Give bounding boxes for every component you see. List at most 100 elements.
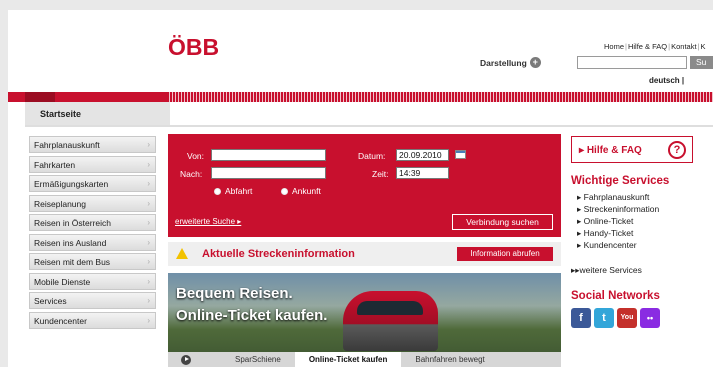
sidebar-item-mobile-dienste[interactable]: Mobile Dienste › xyxy=(29,272,156,290)
radio-ankunft-label: Ankunft xyxy=(292,186,321,196)
more-services-label: weitere Services xyxy=(579,265,642,275)
flickr-icon[interactable]: •• xyxy=(640,308,660,328)
search-input[interactable] xyxy=(577,56,687,69)
service-link-streckeninformation[interactable]: ▸ Streckeninformation xyxy=(577,204,659,216)
radio-abfahrt[interactable]: Abfahrt xyxy=(214,186,252,196)
banner-headline: Bequem Reisen. xyxy=(176,285,293,302)
service-label: Handy-Ticket xyxy=(583,228,634,238)
service-link-kundencenter[interactable]: ▸ Kundencenter xyxy=(577,240,659,252)
advanced-search-label: erweiterte Suche xyxy=(175,217,236,226)
search-connection-button[interactable]: Verbindung suchen xyxy=(452,214,553,230)
tab-startseite[interactable]: Startseite xyxy=(25,102,170,125)
sidebar-nav: Fahrplanauskunft › Fahrkarten › Ermäßigung… xyxy=(29,136,156,331)
chevron-right-icon: › xyxy=(147,159,150,169)
social-icons: f t You •• xyxy=(571,308,660,328)
radio-dot xyxy=(281,187,288,195)
sidebar-item-reiseplanung[interactable]: Reiseplanung › xyxy=(29,194,156,212)
datum-input[interactable]: 20.09.2010 xyxy=(396,149,449,161)
banner-tab-sparschiene[interactable]: SparSchiene xyxy=(221,355,295,364)
sidebar-item-fahrkarten[interactable]: Fahrkarten › xyxy=(29,155,156,173)
link-help[interactable]: Hilfe & FAQ xyxy=(628,42,667,51)
search-button[interactable]: Su xyxy=(690,56,713,69)
service-label: Kundencenter xyxy=(583,240,637,250)
link-home[interactable]: Home xyxy=(604,42,624,51)
service-link-fahrplanauskunft[interactable]: ▸ Fahrplanauskunft xyxy=(577,192,659,204)
datum-label: Datum: xyxy=(358,151,386,161)
route-info-title[interactable]: Aktuelle Streckeninformation xyxy=(202,248,355,260)
twitter-icon[interactable]: t xyxy=(594,308,614,328)
help-faq-label: ▸ Hilfe & FAQ xyxy=(579,145,642,156)
chevron-right-icon: › xyxy=(147,218,150,227)
sidebar-item-label: Reisen in Österreich xyxy=(34,218,112,228)
sidebar-item-kundencenter[interactable]: Kundencenter › xyxy=(29,311,156,329)
chevron-right-icon: › xyxy=(147,237,150,247)
services-list: ▸ Fahrplanauskunft ▸ Streckeninformation… xyxy=(577,192,659,252)
sidebar-item-reisen-oesterreich[interactable]: Reisen in Österreich › xyxy=(29,214,156,231)
youtube-icon[interactable]: You xyxy=(617,308,637,328)
zeit-input[interactable]: 14:39 xyxy=(396,167,449,179)
service-label: Online-Ticket xyxy=(583,216,634,226)
warning-icon xyxy=(176,248,188,259)
radio-dot xyxy=(214,187,221,195)
sidebar-item-reisen-ausland[interactable]: Reisen ins Ausland › xyxy=(29,233,156,251)
tab-divider xyxy=(25,125,713,127)
link-contact[interactable]: Kontakt xyxy=(671,42,696,51)
chevron-right-icon: › xyxy=(147,276,150,286)
chevron-right-icon: › xyxy=(147,257,150,266)
sidebar-item-reisen-bus[interactable]: Reisen mit dem Bus › xyxy=(29,253,156,270)
von-input[interactable] xyxy=(211,149,326,161)
services-heading: Wichtige Services xyxy=(571,175,670,187)
obb-logo[interactable]: ÖBB xyxy=(168,34,219,61)
sidebar-item-label: Fahrplanauskunft xyxy=(34,140,100,150)
sidebar-item-label: Mobile Dienste xyxy=(34,276,91,287)
plus-icon: + xyxy=(529,57,541,68)
sidebar-item-ermaessigungskarten[interactable]: Ermäßigungskarten › xyxy=(29,175,156,192)
chevron-right-icon: › xyxy=(147,315,150,325)
link-more[interactable]: K xyxy=(701,42,706,51)
chevron-right-icon: › xyxy=(147,296,150,305)
calendar-icon[interactable] xyxy=(455,150,466,159)
chevron-right-icon: › xyxy=(147,198,150,208)
train-window xyxy=(357,301,423,315)
play-icon[interactable] xyxy=(181,354,191,365)
question-icon: ? xyxy=(668,141,686,159)
service-label: Streckeninformation xyxy=(583,204,660,214)
sidebar-item-label: Fahrkarten xyxy=(34,159,76,170)
radio-abfahrt-label: Abfahrt xyxy=(225,186,253,196)
banner-tab-online-ticket[interactable]: Online-Ticket kaufen xyxy=(294,352,402,367)
journey-search-form: Von: Nach: Datum: 20.09.2010 Zeit: 14:39… xyxy=(168,134,561,237)
sidebar-item-label: Reisen ins Ausland xyxy=(34,237,107,248)
sidebar-item-label: Ermäßigungskarten xyxy=(34,179,109,189)
darstellung-label: Darstellung xyxy=(480,57,527,68)
help-faq-text: Hilfe & FAQ xyxy=(586,145,642,156)
banner-tab-bahnfahren[interactable]: Bahnfahren bewegt xyxy=(401,355,498,364)
top-links: Home|Hilfe & FAQ|Kontakt|K xyxy=(604,42,706,51)
train-image xyxy=(343,291,438,351)
red-dark-block xyxy=(25,92,55,102)
facebook-icon[interactable]: f xyxy=(571,308,591,328)
banner-subheadline: Online-Ticket kaufen. xyxy=(176,307,328,324)
sidebar-item-services[interactable]: Services › xyxy=(29,292,156,309)
darstellung-toggle[interactable]: Darstellung + xyxy=(480,57,541,68)
radio-ankunft[interactable]: Ankunft xyxy=(281,186,321,196)
chevron-right-icon: › xyxy=(147,140,150,149)
service-link-online-ticket[interactable]: ▸ Online-Ticket xyxy=(577,216,659,228)
zeit-label: Zeit: xyxy=(372,169,389,179)
sidebar-item-label: Reiseplanung xyxy=(34,198,86,209)
route-info-bar: Aktuelle Streckeninformation Information… xyxy=(168,242,561,266)
language-switch[interactable]: deutsch | xyxy=(649,76,684,85)
page: ÖBB Darstellung + Home|Hilfe & FAQ|Konta… xyxy=(8,10,713,367)
nach-input[interactable] xyxy=(211,167,326,179)
advanced-search-link[interactable]: erweiterte Suche ▸ xyxy=(175,217,241,226)
banner-tabs: SparSchiene Online-Ticket kaufen Bahnfah… xyxy=(168,352,561,367)
promo-banner[interactable]: Bequem Reisen. Online-Ticket kaufen. Spa… xyxy=(168,273,561,367)
von-label: Von: xyxy=(187,151,205,161)
sidebar-item-label: Kundencenter xyxy=(34,315,87,326)
service-link-handy-ticket[interactable]: ▸ Handy-Ticket xyxy=(577,228,659,240)
help-faq-box[interactable]: ▸ Hilfe & FAQ ? xyxy=(571,136,693,163)
nach-label: Nach: xyxy=(180,169,203,179)
get-info-button[interactable]: Information abrufen xyxy=(457,247,553,261)
more-services-link[interactable]: ▸▸weitere Services xyxy=(571,265,642,276)
sidebar-item-label: Reisen mit dem Bus xyxy=(34,257,111,267)
sidebar-item-fahrplanauskunft[interactable]: Fahrplanauskunft › xyxy=(29,136,156,153)
